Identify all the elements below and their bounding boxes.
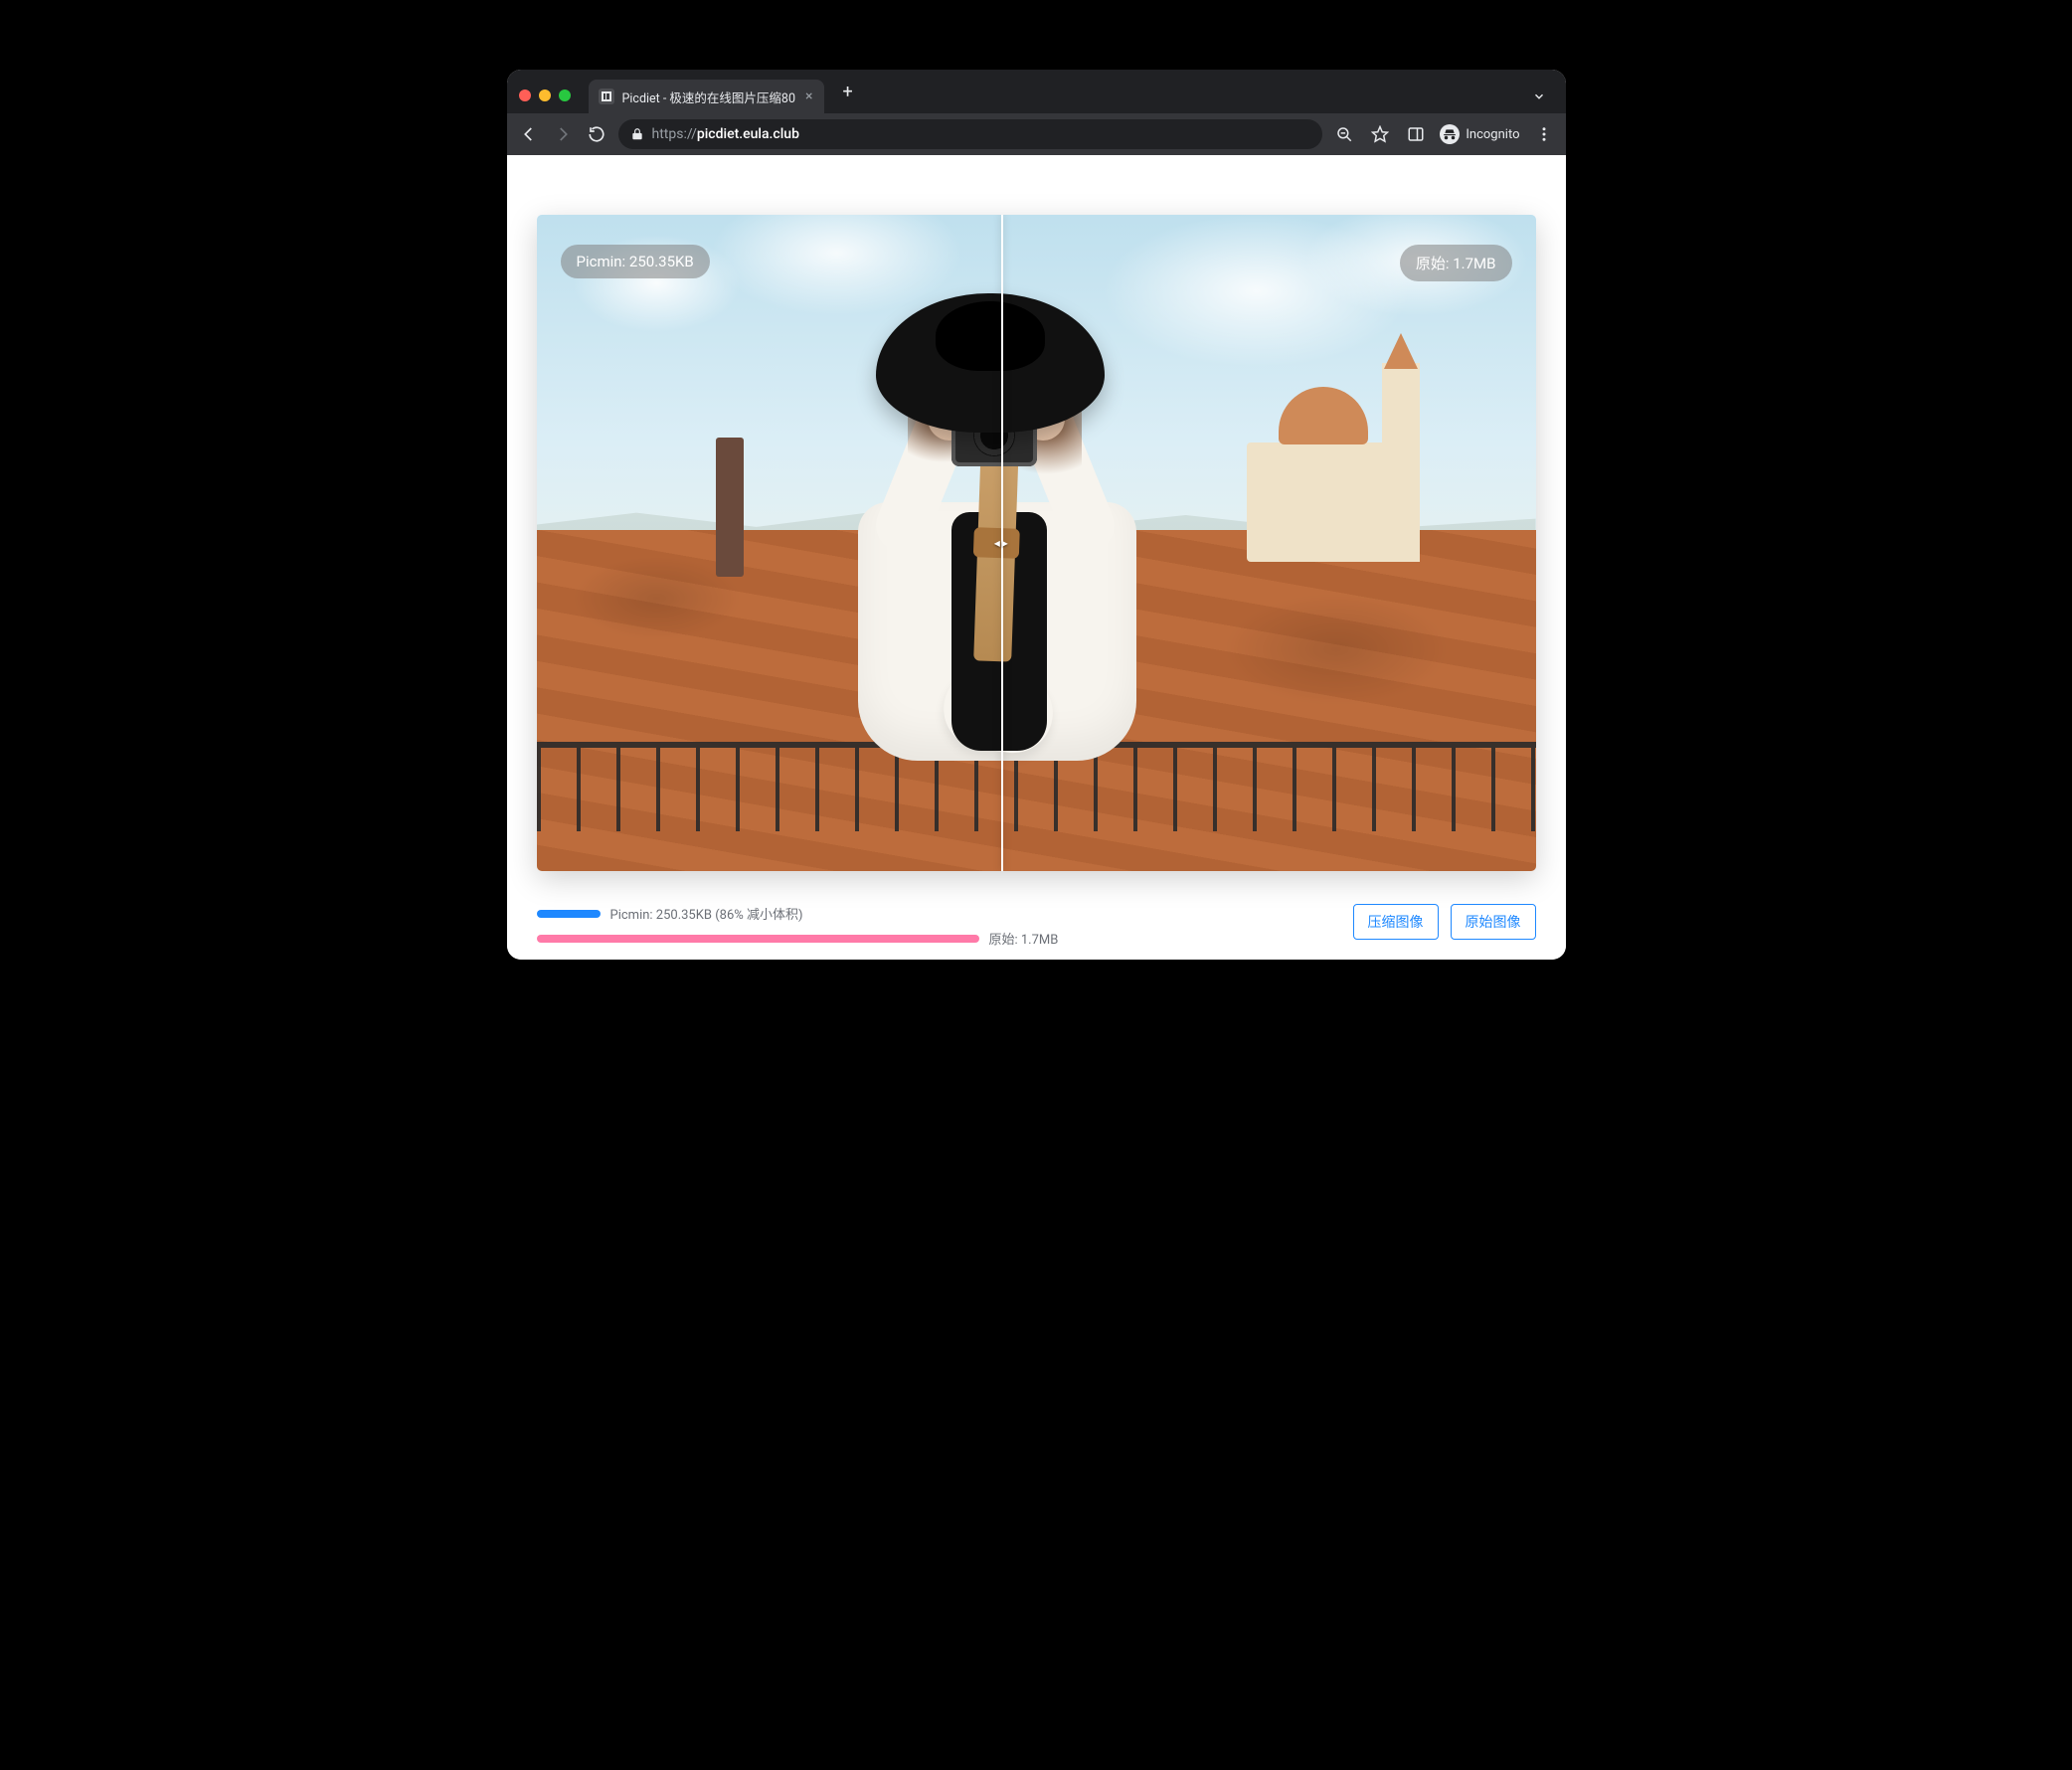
- window-maximize-button[interactable]: [559, 89, 571, 101]
- toolbar: https://picdiet.eula.club Incognito: [507, 113, 1566, 155]
- address-bar[interactable]: https://picdiet.eula.club: [618, 119, 1323, 149]
- original-bar-row: 原始: 1.7MB: [537, 929, 1337, 948]
- compressed-size-badge: Picmin: 250.35KB: [561, 245, 710, 278]
- tabs-overflow-button[interactable]: [1524, 89, 1554, 113]
- footer: Picmin: 250.35KB (86% 减小体积) 原始: 1.7MB 压缩…: [537, 904, 1536, 948]
- incognito-icon: [1440, 124, 1460, 144]
- incognito-indicator[interactable]: Incognito: [1440, 124, 1519, 144]
- forward-button[interactable]: [551, 122, 575, 146]
- incognito-label: Incognito: [1466, 127, 1519, 142]
- compress-button[interactable]: 压缩图像: [1353, 904, 1439, 940]
- compressed-bar-row: Picmin: 250.35KB (86% 减小体积): [537, 904, 1337, 923]
- browser-tab[interactable]: Picdiet - 极速的在线图片压缩80 ×: [589, 80, 825, 113]
- url-text: https://picdiet.eula.club: [652, 126, 799, 142]
- original-button[interactable]: 原始图像: [1451, 904, 1536, 940]
- tab-favicon: [599, 88, 614, 104]
- tab-close-button[interactable]: ×: [803, 88, 814, 104]
- browser-window: Picdiet - 极速的在线图片压缩80 × + https://picdie…: [507, 70, 1566, 960]
- back-button[interactable]: [517, 122, 541, 146]
- original-size-badge: 原始: 1.7MB: [1400, 245, 1512, 281]
- comparison-slider-handle[interactable]: ◂▸: [991, 536, 1013, 550]
- compressed-bar-label: Picmin: 250.35KB (86% 减小体积): [610, 904, 803, 923]
- lock-icon: [630, 127, 644, 141]
- tab-title: Picdiet - 极速的在线图片压缩80: [622, 88, 795, 106]
- url-scheme: https://: [652, 126, 697, 142]
- panel-icon[interactable]: [1404, 122, 1428, 146]
- url-host: picdiet.eula.club: [697, 126, 799, 142]
- menu-button[interactable]: [1532, 122, 1556, 146]
- bookmark-icon[interactable]: [1368, 122, 1392, 146]
- original-bar-label: 原始: 1.7MB: [989, 929, 1059, 948]
- original-bar: [537, 935, 979, 943]
- toolbar-right: Incognito: [1332, 122, 1555, 146]
- compressed-bar: [537, 910, 601, 918]
- page-viewport: ◂▸ Picmin: 250.35KB 原始: 1.7MB Picmin: 25…: [507, 155, 1566, 960]
- zoom-icon[interactable]: [1332, 122, 1356, 146]
- comparison-image: [537, 215, 1536, 871]
- window-minimize-button[interactable]: [539, 89, 551, 101]
- new-tab-button[interactable]: +: [832, 82, 862, 112]
- titlebar: Picdiet - 极速的在线图片压缩80 × +: [507, 70, 1566, 113]
- action-buttons: 压缩图像 原始图像: [1353, 904, 1536, 940]
- reload-button[interactable]: [585, 122, 608, 146]
- size-bars: Picmin: 250.35KB (86% 减小体积) 原始: 1.7MB: [537, 904, 1337, 948]
- comparison-card: ◂▸ Picmin: 250.35KB 原始: 1.7MB: [537, 215, 1536, 871]
- window-controls: [519, 89, 581, 113]
- window-close-button[interactable]: [519, 89, 531, 101]
